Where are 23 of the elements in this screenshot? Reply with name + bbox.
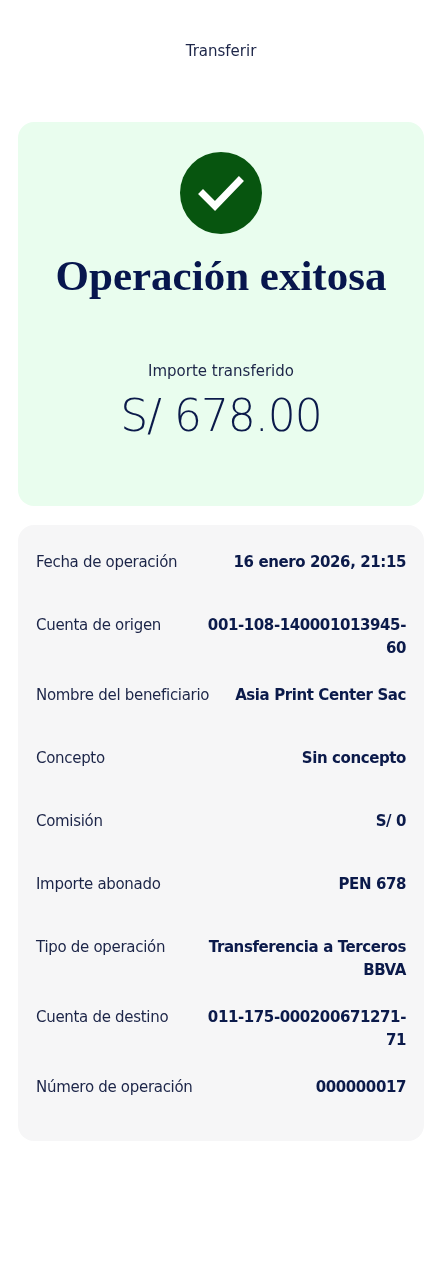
detail-label: Cuenta de destino	[36, 1007, 169, 1028]
detail-value: 16 enero 2026, 21:15	[233, 552, 406, 573]
success-heading: Operación exitosa	[55, 251, 387, 301]
detail-label: Fecha de operación	[36, 552, 178, 573]
detail-value: Asia Print Center Sac	[235, 685, 406, 706]
detail-label: Importe abonado	[36, 874, 161, 895]
detail-label: Tipo de operación	[36, 937, 166, 958]
detail-value: 011-175-000200671271-71	[206, 1007, 406, 1051]
detail-value: PEN 678	[338, 874, 406, 895]
amount: S/ 678.00	[120, 390, 322, 441]
amount-label: Importe transferido	[148, 362, 294, 380]
detail-label: Concepto	[36, 748, 105, 769]
detail-label: Cuenta de origen	[36, 615, 162, 636]
detail-label: Número de operación	[36, 1077, 193, 1098]
checkmark-icon	[180, 152, 262, 234]
detail-value: 001-108-140001013945-60	[206, 615, 406, 659]
detail-value: S/ 0	[375, 811, 406, 832]
detail-label: Nombre del beneficiario	[36, 685, 210, 706]
detail-value: Transferencia a Terceros BBVA	[207, 937, 406, 981]
detail-label: Comisión	[36, 811, 103, 832]
detail-value: 000000017	[315, 1077, 406, 1098]
page-title: Transferir	[185, 42, 257, 62]
detail-value: Sin concepto	[301, 748, 406, 769]
